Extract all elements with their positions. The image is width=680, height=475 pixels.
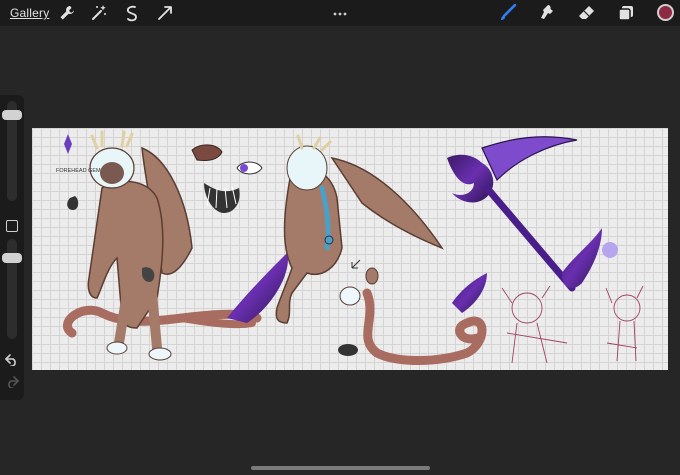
arrow-annotation [351,259,361,269]
gallery-button[interactable]: Gallery [10,6,49,20]
undo-icon[interactable] [5,353,19,367]
more-options-icon[interactable] [333,4,347,16]
transform-icon[interactable] [156,4,174,22]
brush-size-slider-thumb[interactable] [2,110,22,120]
detail-sketches [191,144,263,213]
scythe-weapon [447,136,618,292]
modify-button[interactable] [6,220,18,232]
selection-icon[interactable] [123,4,141,22]
brush-icon[interactable] [499,4,517,22]
artwork: FOREHEAD GEM [56,130,644,365]
home-indicator [251,466,430,470]
top-toolbar: Gallery [0,0,680,26]
forehead-gem-label: FOREHEAD GEM [56,168,101,174]
drawing-canvas[interactable]: FOREHEAD GEM [32,128,668,370]
eraser-icon[interactable] [578,4,596,22]
magic-wand-icon[interactable] [90,4,108,22]
wrench-icon[interactable] [58,4,76,22]
redo-icon[interactable] [5,375,19,389]
color-picker-button[interactable] [657,4,674,21]
left-sidebar [0,95,24,400]
rough-sketches [501,285,644,364]
layers-icon[interactable] [617,4,635,22]
smudge-icon[interactable] [538,4,556,22]
opacity-slider-thumb[interactable] [2,252,22,263]
